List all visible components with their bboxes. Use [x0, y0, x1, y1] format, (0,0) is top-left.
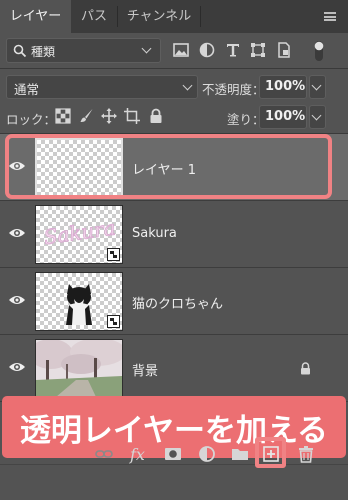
- layer-thumbnail-sakura: Sakura: [35, 205, 123, 264]
- opacity-input[interactable]: 100%: [259, 75, 307, 99]
- link-icon[interactable]: [95, 445, 113, 463]
- eye-icon[interactable]: [8, 226, 26, 240]
- layer-row-cat[interactable]: 猫のクロちゃん: [0, 268, 348, 335]
- layer-row-sakura[interactable]: Sakura Sakura: [0, 201, 348, 268]
- layer-name: 猫のクロちゃん: [132, 297, 224, 312]
- filter-toggle-icon[interactable]: [312, 39, 326, 63]
- shape-filter-icon[interactable]: [250, 42, 266, 58]
- layer-name: 背景: [132, 364, 159, 379]
- opacity-label: 不透明度：: [202, 82, 265, 97]
- folder-icon[interactable]: [231, 445, 249, 463]
- tab-channels[interactable]: チャンネル: [118, 0, 200, 33]
- tab-layers[interactable]: レイヤー: [0, 0, 71, 33]
- fill-input[interactable]: 100%: [259, 105, 307, 129]
- fill-dropdown-button[interactable]: [309, 105, 326, 129]
- search-icon: [13, 44, 27, 58]
- selected-layer-highlight: [5, 134, 332, 199]
- smart-object-badge-icon: [107, 315, 120, 328]
- fx-icon[interactable]: fx: [130, 445, 148, 464]
- tab-paths[interactable]: パス: [71, 0, 117, 33]
- lock-image-pixels-icon[interactable]: [78, 108, 94, 124]
- opacity-dropdown-button[interactable]: [309, 75, 326, 99]
- layer-lock-icon: [301, 362, 310, 375]
- adjustment-filter-icon[interactable]: [199, 42, 215, 58]
- blend-mode-select[interactable]: 通常: [6, 75, 198, 99]
- panel-tab-bar: レイヤー パス チャンネル: [0, 0, 348, 33]
- chevron-down-icon: [141, 43, 152, 54]
- smart-object-filter-icon[interactable]: [276, 42, 292, 58]
- layers-bottom-toolbar: [0, 464, 348, 500]
- panel-menu-icon[interactable]: [324, 12, 336, 21]
- filter-type-label: 種類: [31, 45, 56, 59]
- lock-transparent-pixels-icon[interactable]: [55, 108, 71, 124]
- layer-name: Sakura: [132, 226, 177, 241]
- lock-position-icon[interactable]: [101, 108, 117, 124]
- fx-label: fx: [130, 445, 145, 464]
- mask-icon[interactable]: [164, 445, 182, 463]
- lock-label: ロック：: [6, 112, 57, 127]
- tab-separator: [200, 6, 201, 27]
- smart-object-badge-icon: [107, 248, 120, 261]
- type-filter-icon[interactable]: [225, 42, 241, 58]
- chevron-down-icon: [311, 80, 322, 91]
- filter-type-select[interactable]: 種類: [6, 38, 161, 63]
- sakura-thumb-text: Sakura: [42, 216, 117, 250]
- lock-artboard-icon[interactable]: [124, 108, 140, 124]
- pixel-filter-icon[interactable]: [173, 42, 189, 58]
- chevron-down-icon: [311, 110, 322, 121]
- divider: [0, 68, 348, 69]
- layer-thumbnail-cat: [35, 272, 123, 331]
- eye-icon[interactable]: [8, 360, 26, 374]
- trash-icon[interactable]: [297, 445, 315, 463]
- lock-all-icon[interactable]: [148, 108, 164, 124]
- new-layer-button-highlight: [255, 437, 286, 468]
- eye-icon[interactable]: [8, 293, 26, 307]
- fill-value: 100%: [265, 109, 306, 124]
- adjustment-layer-icon[interactable]: [198, 445, 216, 463]
- layer-row-background[interactable]: 背景: [0, 335, 348, 402]
- blend-mode-value: 通常: [14, 82, 40, 97]
- chevron-down-icon: [182, 80, 193, 91]
- opacity-value: 100%: [265, 79, 306, 94]
- layer-thumbnail-background: [35, 339, 123, 398]
